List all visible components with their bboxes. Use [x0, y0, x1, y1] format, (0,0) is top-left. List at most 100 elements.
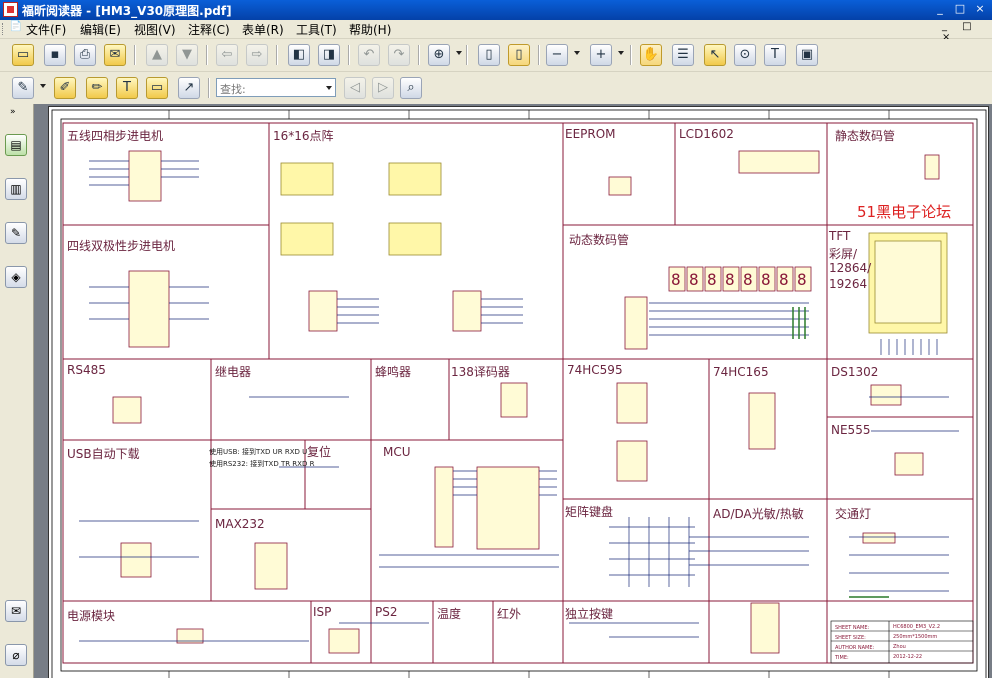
search-input[interactable]: 查找: — [216, 78, 336, 97]
search-dropdown-icon[interactable] — [326, 86, 332, 90]
attachments-icon[interactable]: ⌀ — [5, 644, 27, 666]
menu-help[interactable]: 帮助(H) — [349, 21, 391, 38]
section-label: 蜂鸣器 — [375, 365, 412, 379]
section-label: 彩屏/ — [829, 247, 858, 261]
section-label: 独立按键 — [565, 607, 614, 621]
menu-comment[interactable]: 注释(C) — [188, 21, 230, 38]
close-button[interactable]: × — [972, 2, 988, 17]
arrow-tool-icon[interactable]: ↗ — [178, 77, 200, 99]
section-label: 温度 — [437, 607, 462, 621]
zoom-out-icon[interactable]: − — [546, 44, 568, 66]
zoom-plus-icon[interactable]: + — [590, 44, 612, 66]
section-label: 五线四相步进电机 — [67, 129, 164, 143]
open-icon[interactable]: ▭ — [12, 44, 34, 66]
menu-edit[interactable]: 编辑(E) — [80, 21, 121, 38]
toolbar-main: ▭ ▪ ⎙ ✉ ▲ ▼ ⇦ ⇨ ◧ ◨ ↶ ↷ ⊕ ▯ ▯ − + ✋ ☰ ↖ … — [0, 39, 992, 72]
section-label: EEPROM — [565, 127, 616, 141]
svg-text:8: 8 — [725, 270, 735, 289]
section-label: 红外 — [497, 607, 522, 621]
usb-note: 使用USB: 接到TXD UR RXD U — [209, 448, 308, 456]
page-up-icon[interactable]: ▲ — [146, 44, 168, 66]
back-arrow-icon[interactable]: ⇦ — [216, 44, 238, 66]
minimize-button[interactable]: _ — [932, 2, 948, 17]
toolbar-separator — [538, 45, 540, 65]
section-label: 动态数码管 — [569, 233, 630, 247]
highlight-icon[interactable]: ✐ — [54, 77, 76, 99]
find-next-icon[interactable]: ▷ — [372, 77, 394, 99]
toolbar-separator — [630, 45, 632, 65]
doc-icon: 📄 — [9, 21, 23, 32]
bookmarks-icon[interactable]: ▤ — [5, 134, 27, 156]
fit-width-icon[interactable]: ▯ — [508, 44, 530, 66]
snapshot-icon[interactable]: ▣ — [796, 44, 818, 66]
panel-collapse-icon[interactable]: » — [10, 107, 16, 117]
section-label: LCD1602 — [679, 127, 734, 141]
section-label: MAX232 — [215, 517, 265, 531]
callout-icon[interactable]: ▭ — [146, 77, 168, 99]
section-label: 138译码器 — [451, 365, 510, 379]
typewriter-dropdown-icon[interactable] — [40, 84, 46, 88]
fit-page-icon[interactable]: ▯ — [478, 44, 500, 66]
section-label: 74HC165 — [713, 365, 769, 379]
forward-arrow-icon[interactable]: ⇨ — [246, 44, 268, 66]
textbox-icon[interactable]: T — [116, 77, 138, 99]
section-label: 继电器 — [215, 365, 252, 379]
mdi-window-controls[interactable]: _ □ × — [942, 21, 988, 43]
title-block-sheet-size: 250mm*1500mm — [893, 634, 938, 640]
toolbar-separator — [418, 45, 420, 65]
svg-text:8: 8 — [743, 270, 753, 289]
find-previous-icon[interactable]: ◁ — [344, 77, 366, 99]
toolbar-comment: ✎ ✐ ✏ T ▭ ↗ 查找: ◁ ▷ ⌕ — [0, 72, 992, 105]
note-pencil-icon[interactable]: ✏ — [86, 77, 108, 99]
text-tool-icon[interactable]: T — [764, 44, 786, 66]
section-label: 静态数码管 — [835, 129, 896, 143]
watermark: 51黑电子论坛 — [857, 203, 952, 221]
undo-icon[interactable]: ↶ — [358, 44, 380, 66]
save-icon[interactable]: ▪ — [44, 44, 66, 66]
comments-panel-icon[interactable]: ✉ — [5, 600, 27, 622]
page-down-icon[interactable]: ▼ — [176, 44, 198, 66]
select-text-icon[interactable]: ☰ — [672, 44, 694, 66]
section-label: 复位 — [307, 445, 332, 459]
svg-text:8: 8 — [707, 270, 717, 289]
title-block-author: Zhou — [893, 644, 906, 650]
layers-icon[interactable]: ◈ — [5, 266, 27, 288]
section-label: USB自动下载 — [67, 447, 140, 461]
menu-view[interactable]: 视图(V) — [134, 21, 176, 38]
redo-icon[interactable]: ↷ — [388, 44, 410, 66]
menu-tools[interactable]: 工具(T) — [296, 21, 337, 38]
maximize-button[interactable]: □ — [952, 2, 968, 17]
zoom-plus-dropdown-icon[interactable] — [618, 51, 624, 55]
svg-text:8: 8 — [761, 270, 771, 289]
pointer-icon[interactable]: ↖ — [704, 44, 726, 66]
binoculars-icon[interactable]: ⊙ — [734, 44, 756, 66]
typewriter-icon[interactable]: ✎ — [12, 77, 34, 99]
app-icon — [3, 2, 18, 17]
svg-text:SHEET NAME:: SHEET NAME: — [835, 625, 870, 631]
svg-text:8: 8 — [779, 270, 789, 289]
navigation-panel: » ▤ ▥ ✎ ◈ ✉ ⌀ — [0, 104, 34, 678]
section-label: RS485 — [67, 363, 106, 377]
zoom-in-icon[interactable]: ⊕ — [428, 44, 450, 66]
menu-file[interactable]: 文件(F) — [26, 21, 66, 38]
previous-view-icon[interactable]: ◧ — [288, 44, 310, 66]
zoom-dropdown-icon[interactable] — [456, 51, 462, 55]
document-viewport[interactable]: 8 888 8888 SHEET NAME: SHEET SIZE: AUTHO… — [34, 104, 992, 678]
hand-tool-icon[interactable]: ✋ — [640, 44, 662, 66]
search-icon[interactable]: ⌕ — [400, 77, 422, 99]
rs232-note: 使用RS232: 接到TXD TR RXD R — [209, 460, 315, 468]
section-label: PS2 — [375, 605, 398, 619]
zoom-out-dropdown-icon[interactable] — [574, 51, 580, 55]
email-icon[interactable]: ✉ — [104, 44, 126, 66]
pdf-page: 8 888 8888 SHEET NAME: SHEET SIZE: AUTHO… — [48, 106, 989, 678]
menu-form[interactable]: 表单(R) — [242, 21, 284, 38]
title-bar: 福昕阅读器 - [HM3_V30原理图.pdf] _ □ × — [0, 0, 992, 20]
annotations-icon[interactable]: ✎ — [5, 222, 27, 244]
section-label: ISP — [313, 605, 332, 619]
svg-text:8: 8 — [797, 270, 807, 289]
next-view-icon[interactable]: ◨ — [318, 44, 340, 66]
toolbar-separator — [466, 45, 468, 65]
svg-text:AUTHOR NAME:: AUTHOR NAME: — [835, 645, 875, 651]
print-icon[interactable]: ⎙ — [74, 44, 96, 66]
pages-icon[interactable]: ▥ — [5, 178, 27, 200]
